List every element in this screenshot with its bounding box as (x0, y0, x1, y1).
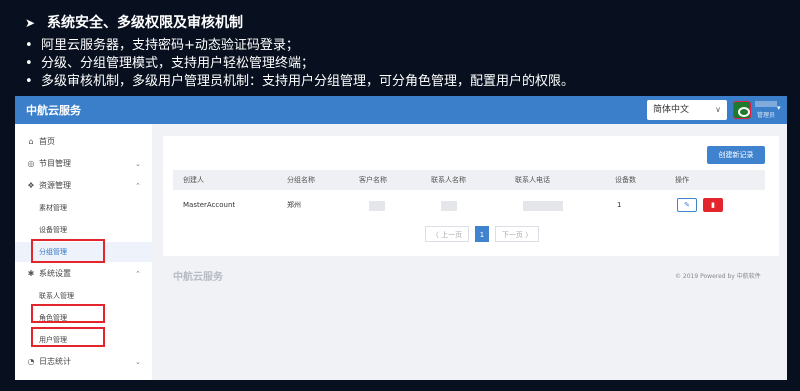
chevron-down-icon: ⌄ (135, 160, 141, 168)
bullet-dot-icon: • (25, 56, 33, 71)
column-header: 设备数 (615, 176, 636, 184)
table-header: 创建人 分组名称 客户名称 联系人名称 联系人电话 设备数 操作 (173, 170, 765, 190)
bullet-dot-icon: • (25, 74, 33, 89)
home-icon: ⌂ (28, 137, 34, 146)
user-role: 管理员 (757, 112, 776, 119)
cell-creator: MasterAccount (183, 201, 236, 209)
column-header: 客户名称 (359, 176, 387, 184)
language-select[interactable]: 简体中文 ∨ (647, 100, 727, 120)
slide-title: ➤ 系统安全、多级权限及审核机制 (25, 15, 243, 31)
language-value: 简体中文 (653, 105, 690, 115)
next-page-button[interactable]: 下一页 〉 (495, 226, 539, 242)
bullet-item: • 阿里云服务器，支持密码+动态验证码登录； (25, 38, 299, 53)
cell-contact-redacted (441, 201, 457, 211)
column-header: 创建人 (183, 176, 204, 184)
highlight-box-users (31, 327, 105, 347)
sidebar-item-settings[interactable]: ✱ 系统设置 ⌃ (15, 264, 152, 284)
sidebar-item-materials[interactable]: 素材管理 (15, 198, 152, 218)
settings-icon: ✱ (27, 269, 35, 278)
avatar[interactable] (733, 101, 751, 119)
chevron-down-icon: ∨ (715, 105, 721, 114)
chevron-up-icon: ⌃ (135, 182, 141, 190)
sidebar: ⌂ 首页 ◎ 节目管理 ⌄ ❖ 资源管理 ⌃ 素材管理 设备管理 分组管理 ✱ … (15, 124, 152, 380)
highlight-box-roles (31, 304, 105, 323)
bullet-item: • 分级、分组管理模式，支持用户轻松管理终端； (25, 56, 315, 71)
cell-customer-redacted (369, 201, 385, 211)
cell-phone-redacted (523, 201, 563, 211)
column-header: 联系人名称 (431, 176, 466, 184)
column-header: 分组名称 (287, 176, 315, 184)
footer-brand: 中航云服务 (173, 272, 223, 283)
chevron-down-icon: ⌄ (135, 358, 141, 366)
edit-icon[interactable]: ✎ (677, 198, 697, 212)
footer-copyright: © 2019 Powered by 中航软件 (675, 273, 761, 280)
chevron-up-icon: ⌃ (135, 270, 141, 278)
create-record-button[interactable]: 创建新记录 (707, 146, 765, 164)
sidebar-item-resources[interactable]: ❖ 资源管理 ⌃ (15, 176, 152, 196)
app-window: 中航云服务 简体中文 ∨ 管理员 ▾ ⌂ 首页 ◎ 节目管理 ⌄ ❖ 资源管理 … (15, 96, 787, 380)
sidebar-item-devices[interactable]: 设备管理 (15, 220, 152, 240)
user-menu-caret-icon[interactable]: ▾ (777, 104, 781, 112)
page-number-button[interactable]: 1 (475, 226, 489, 242)
slide-header: ➤ 系统安全、多级权限及审核机制 • 阿里云服务器，支持密码+动态验证码登录； • 分… (0, 0, 800, 90)
delete-icon[interactable]: ▮ (703, 198, 723, 212)
top-bar: 中航云服务 简体中文 ∨ 管理员 ▾ (15, 96, 787, 124)
program-icon: ◎ (27, 159, 35, 168)
cell-devices: 1 (617, 201, 622, 209)
cell-group: 郑州 (287, 201, 301, 209)
group-table-card: 创建新记录 创建人 分组名称 客户名称 联系人名称 联系人电话 设备数 操作 M… (163, 136, 779, 256)
highlight-box-groups (31, 239, 105, 263)
chevron-left-icon: 〈 (431, 231, 439, 239)
bullet-item: • 多级审核机制，多级用户管理员机制：支持用户分组管理，可分角色管理，配置用户的权… (25, 74, 575, 89)
sidebar-item-home[interactable]: ⌂ 首页 (15, 132, 152, 152)
sidebar-item-programs[interactable]: ◎ 节目管理 ⌄ (15, 154, 152, 174)
app-brand: 中航云服务 (26, 104, 81, 117)
resource-icon: ❖ (27, 181, 35, 190)
table-row: MasterAccount 郑州 1 ✎ ▮ (173, 194, 765, 216)
sidebar-item-logs[interactable]: ◔ 日志统计 ⌄ (15, 352, 152, 372)
username-redacted (755, 101, 777, 107)
prev-page-button[interactable]: 〈 上一页 (425, 226, 469, 242)
column-header: 联系人电话 (515, 176, 550, 184)
arrow-bullet-icon: ➤ (25, 16, 36, 30)
bullet-dot-icon: • (25, 38, 33, 53)
sidebar-item-contacts[interactable]: 联系人管理 (15, 286, 152, 306)
log-icon: ◔ (27, 357, 35, 366)
chevron-right-icon: 〉 (525, 231, 533, 239)
column-header: 操作 (675, 176, 689, 184)
